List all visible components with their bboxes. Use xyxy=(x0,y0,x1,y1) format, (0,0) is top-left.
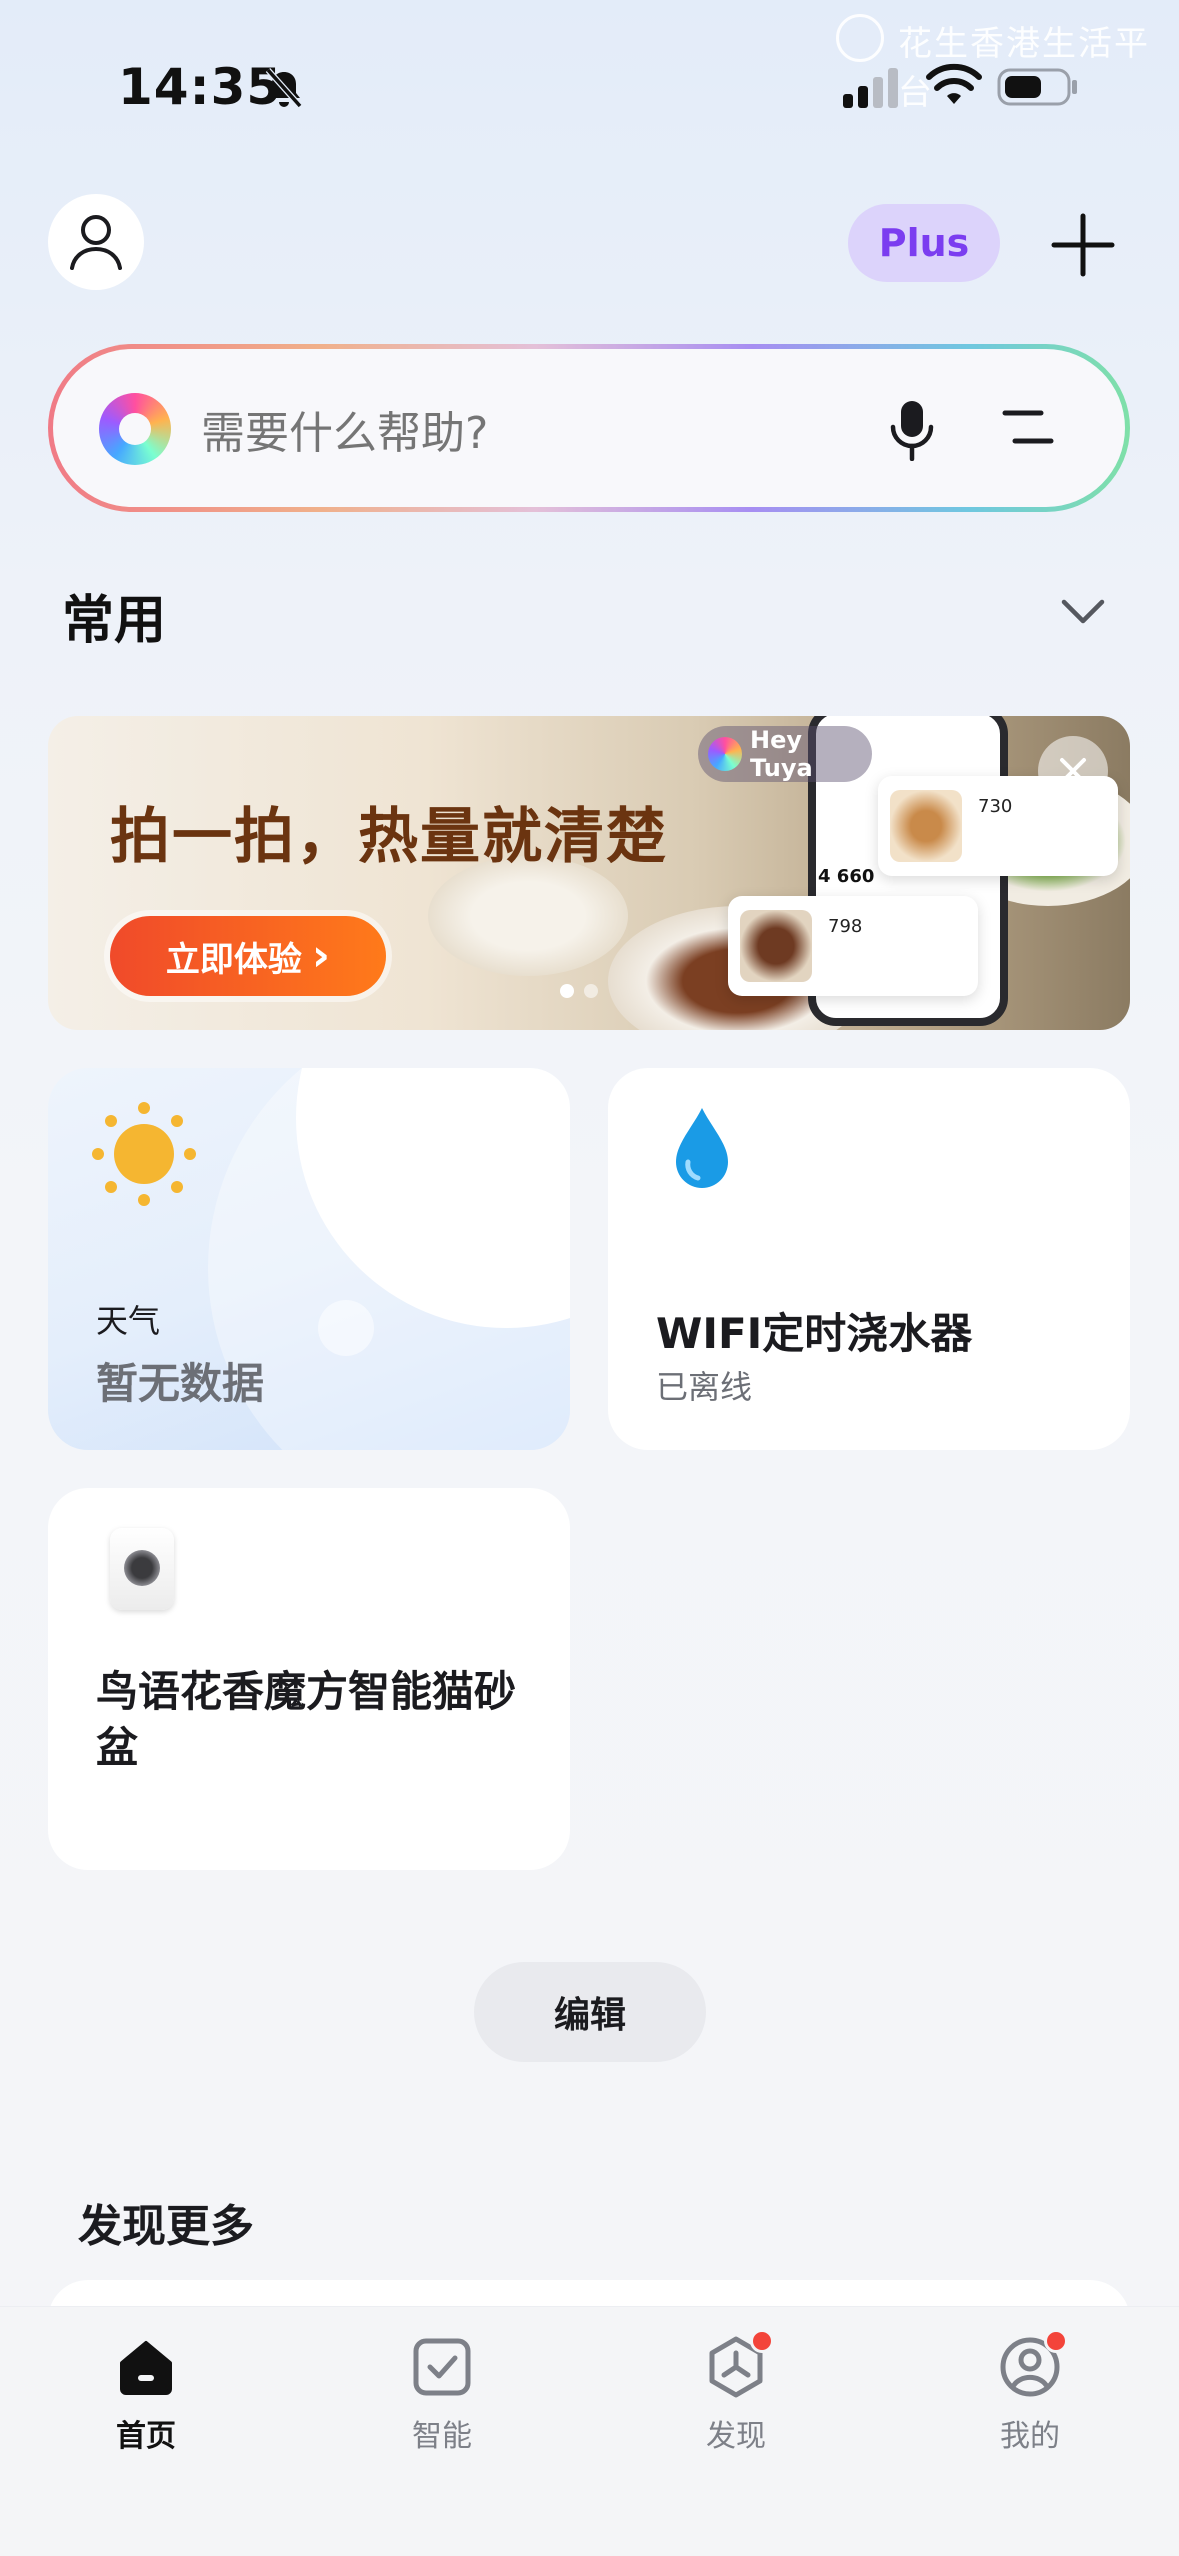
decor-bubble xyxy=(318,1300,374,1356)
bell-muted-icon xyxy=(265,68,303,108)
food-card-2-calories: 798 xyxy=(828,916,863,937)
status-time: 14:35 xyxy=(118,58,283,116)
try-now-label: 立即体验 xyxy=(165,939,302,980)
device-card-water-timer[interactable]: WIFI定时浇水器 已离线 xyxy=(608,1068,1130,1450)
ai-assistant-logo-icon xyxy=(99,393,171,465)
hey-tuya-badge: Hey Tuya xyxy=(698,726,872,782)
decor-dot xyxy=(386,1276,402,1292)
food-card-2: 798 xyxy=(728,896,978,996)
tab-bar: 首页 智能 发现 我的 xyxy=(0,2306,1179,2556)
cellular-signal-icon xyxy=(843,68,898,108)
weather-label: 天气 xyxy=(96,1302,161,1340)
check-square-icon xyxy=(413,2338,471,2396)
device-title: 鸟语花香魔方智能猫砂盆 xyxy=(96,1667,517,1772)
watermark-text: 花生香港生活平台 xyxy=(898,24,1150,113)
discover-more-title: 发现更多 xyxy=(78,2201,254,2252)
food-card-1-calories: 730 xyxy=(978,796,1013,817)
add-icon[interactable] xyxy=(1050,212,1116,278)
promo-banner[interactable]: 4 660 730 798 Hey Tuya 拍一拍，热量就清楚 立即体验 › xyxy=(48,716,1130,1030)
home-icon xyxy=(120,2341,172,2395)
tab-me[interactable]: 我的 xyxy=(950,2329,1110,2455)
tab-label: 首页 xyxy=(116,2419,176,2454)
notification-badge xyxy=(750,2329,774,2353)
tab-label: 发现 xyxy=(706,2419,766,2454)
tab-label: 我的 xyxy=(1000,2419,1060,2454)
food-thumbnail xyxy=(890,790,962,862)
water-drop-icon xyxy=(676,1108,728,1188)
profile-icon-wrap xyxy=(998,2329,1068,2399)
plus-membership-button[interactable]: Plus xyxy=(848,204,1000,282)
edit-button[interactable]: 编辑 xyxy=(474,1962,706,2062)
search-input[interactable] xyxy=(201,403,721,463)
hey-tuya-label: Hey Tuya xyxy=(750,726,813,782)
avatar-button[interactable] xyxy=(48,194,144,290)
carousel-dots xyxy=(560,984,598,998)
chevron-down-icon[interactable] xyxy=(1058,594,1108,628)
tab-home[interactable]: 首页 xyxy=(66,2335,226,2455)
banner-close-button[interactable] xyxy=(1038,736,1108,806)
carousel-dot-active xyxy=(560,984,574,998)
device-title: WIFI定时浇水器 xyxy=(656,1309,973,1358)
weather-card[interactable]: 天气 暂无数据 xyxy=(48,1068,570,1450)
chevron-right-icon: › xyxy=(311,930,331,981)
watermark-logo xyxy=(836,14,884,62)
close-icon xyxy=(1060,758,1086,784)
menu-lines-icon[interactable] xyxy=(1001,405,1055,449)
food-thumbnail xyxy=(740,910,812,982)
tab-smart[interactable]: 智能 xyxy=(362,2335,522,2455)
microphone-icon[interactable] xyxy=(889,399,935,461)
discover-icon-wrap xyxy=(704,2329,774,2399)
ai-search-bar[interactable] xyxy=(48,344,1130,512)
device-card-litter-box[interactable]: 鸟语花香魔方智能猫砂盆 xyxy=(48,1488,570,1870)
sun-icon xyxy=(92,1102,196,1206)
tuya-logo-icon xyxy=(708,737,742,771)
carousel-dot xyxy=(584,984,598,998)
user-icon xyxy=(70,215,122,270)
section-title-frequent: 常用 xyxy=(62,591,167,651)
litter-box-image xyxy=(110,1528,174,1610)
phone-calorie-stat: 4 660 xyxy=(818,866,875,887)
try-now-button[interactable]: 立即体验 › xyxy=(110,916,386,996)
weather-value: 暂无数据 xyxy=(96,1359,265,1408)
tab-label: 智能 xyxy=(412,2419,472,2454)
banner-title: 拍一拍，热量就清楚 xyxy=(110,802,668,872)
notification-badge xyxy=(1044,2329,1068,2353)
device-status: 已离线 xyxy=(656,1368,753,1406)
tab-discover[interactable]: 发现 xyxy=(656,2329,816,2455)
